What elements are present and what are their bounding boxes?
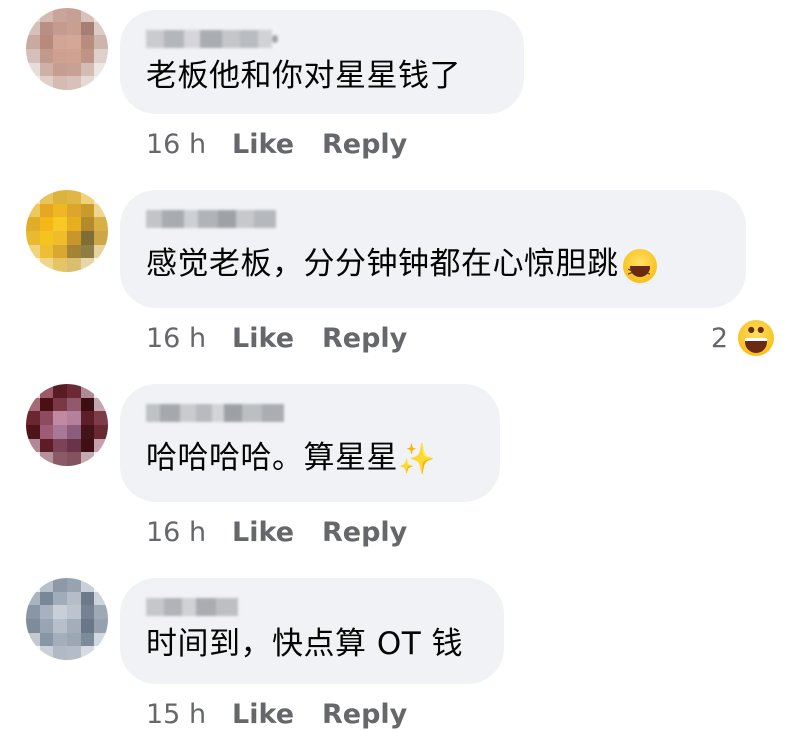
comment-actions: 16 h Like Reply: [146, 320, 407, 356]
reply-button[interactable]: Reply: [322, 699, 407, 730]
comment-text: 老板他和你对星星钱了: [146, 58, 461, 94]
sparkles-icon: ✨: [398, 441, 436, 477]
comment-time[interactable]: 15 h: [146, 699, 232, 730]
like-button[interactable]: Like: [232, 517, 322, 548]
author-name-blurred[interactable]: [146, 596, 476, 618]
avatar[interactable]: [26, 190, 108, 272]
comment-text: 哈哈哈哈。算星星✨: [146, 440, 436, 477]
laughing-squint-emoji: [622, 248, 657, 292]
reaction-count: 2: [710, 322, 728, 354]
avatar[interactable]: [26, 384, 108, 466]
reply-button[interactable]: Reply: [322, 129, 407, 160]
comment-bubble: 时间到，快点算 OT 钱: [120, 578, 504, 684]
reaction-summary[interactable]: 2: [711, 319, 774, 357]
reply-button[interactable]: Reply: [322, 323, 407, 354]
comment-bubble: 感觉老板，分分钟钟都在心惊胆跳: [120, 190, 746, 308]
comment-time[interactable]: 16 h: [146, 517, 232, 548]
author-name-blurred[interactable]: [146, 208, 718, 230]
like-button[interactable]: Like: [232, 129, 322, 160]
comment-time[interactable]: 16 h: [146, 323, 232, 354]
comment-text: 感觉老板，分分钟钟都在心惊胆跳: [146, 244, 718, 292]
like-button[interactable]: Like: [232, 323, 322, 354]
comment-bubble: 哈哈哈哈。算星星✨: [120, 384, 500, 502]
comment-actions: 16 h Like Reply: [146, 514, 407, 550]
comment-bubble: 老板他和你对星星钱了: [120, 10, 524, 114]
comment-time[interactable]: 16 h: [146, 129, 232, 160]
author-name-blurred[interactable]: [146, 402, 472, 424]
avatar[interactable]: [26, 8, 108, 90]
like-button[interactable]: Like: [232, 699, 322, 730]
avatar[interactable]: [26, 578, 108, 660]
comment-actions: 16 h Like Reply: [146, 126, 407, 162]
author-name-blurred[interactable]: [146, 28, 496, 50]
comment-text: 时间到，快点算 OT 钱: [146, 626, 464, 662]
reply-button[interactable]: Reply: [322, 517, 407, 548]
grinning-emoji-icon: [738, 320, 774, 356]
comment-actions: 15 h Like Reply: [146, 696, 407, 732]
